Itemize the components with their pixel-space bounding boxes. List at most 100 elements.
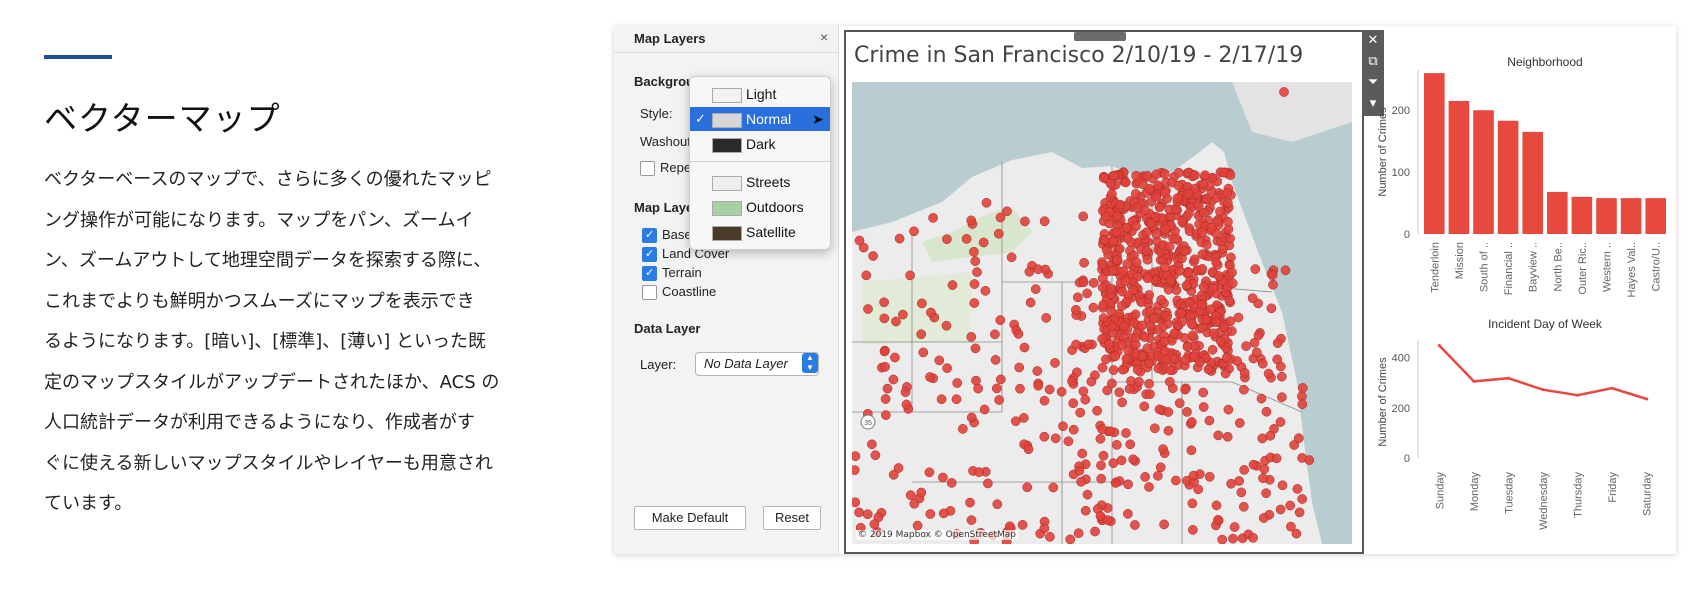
bar[interactable] — [1571, 196, 1593, 234]
crime-point[interactable] — [901, 399, 912, 410]
crime-point[interactable] — [1097, 424, 1107, 435]
crime-point[interactable] — [1180, 354, 1191, 365]
crime-point[interactable] — [1013, 329, 1024, 339]
crime-point[interactable] — [868, 251, 878, 261]
crime-point[interactable] — [1201, 193, 1212, 204]
crime-point[interactable] — [917, 298, 927, 309]
crime-point[interactable] — [1172, 193, 1183, 204]
crime-point[interactable] — [924, 467, 935, 478]
crime-point[interactable] — [972, 267, 982, 277]
crime-point[interactable] — [1141, 227, 1152, 238]
crime-point[interactable] — [979, 404, 990, 415]
crime-point[interactable] — [1063, 436, 1074, 447]
crime-point[interactable] — [1098, 299, 1109, 310]
crime-point[interactable] — [1248, 532, 1258, 543]
crime-point[interactable] — [1118, 364, 1128, 375]
crime-point[interactable] — [1137, 320, 1147, 331]
crime-point[interactable] — [1114, 387, 1125, 398]
crime-point[interactable] — [1180, 384, 1190, 395]
crime-point[interactable] — [1174, 398, 1185, 408]
crime-point[interactable] — [1223, 404, 1234, 415]
crime-point[interactable] — [1131, 221, 1141, 232]
style-option-satellite[interactable]: Satellite — [690, 220, 830, 244]
crime-point[interactable] — [1058, 421, 1068, 432]
crime-point[interactable] — [1112, 255, 1122, 265]
crime-point[interactable] — [995, 315, 1006, 325]
crime-point[interactable] — [1239, 465, 1250, 475]
crime-point[interactable] — [905, 490, 916, 501]
crime-point[interactable] — [1196, 299, 1207, 310]
crime-point[interactable] — [1297, 383, 1308, 393]
crime-point[interactable] — [969, 298, 980, 308]
crime-point[interactable] — [1010, 416, 1021, 427]
crime-point[interactable] — [1090, 526, 1100, 537]
crime-point[interactable] — [992, 499, 1003, 510]
crime-point[interactable] — [1088, 278, 1099, 288]
crime-point[interactable] — [1101, 354, 1111, 365]
crime-point[interactable] — [879, 346, 890, 357]
crime-point[interactable] — [888, 374, 899, 385]
crime-point[interactable] — [1227, 267, 1237, 278]
crime-point[interactable] — [1188, 470, 1199, 481]
crime-point[interactable] — [1128, 284, 1138, 295]
crime-point[interactable] — [1217, 243, 1228, 254]
crime-point[interactable] — [1164, 376, 1175, 387]
crime-point[interactable] — [1190, 170, 1200, 181]
crime-point[interactable] — [1079, 257, 1089, 268]
close-icon[interactable]: × — [820, 29, 828, 45]
crime-point[interactable] — [1111, 227, 1122, 237]
crime-point[interactable] — [1160, 187, 1170, 198]
crime-point[interactable] — [1257, 433, 1268, 444]
crime-point[interactable] — [1068, 398, 1079, 409]
crime-point[interactable] — [1050, 358, 1060, 368]
bar[interactable] — [1448, 100, 1470, 235]
crime-point[interactable] — [1208, 283, 1218, 294]
crime-point[interactable] — [1182, 407, 1192, 417]
crime-point[interactable] — [1169, 328, 1180, 339]
crime-point[interactable] — [1014, 362, 1025, 373]
crime-point[interactable] — [1248, 459, 1259, 470]
crime-point[interactable] — [1159, 519, 1169, 530]
crime-point[interactable] — [1276, 371, 1287, 382]
crime-point[interactable] — [995, 374, 1006, 385]
bar[interactable] — [1596, 198, 1617, 234]
crime-point[interactable] — [894, 233, 905, 244]
crime-point[interactable] — [852, 465, 860, 475]
crime-point[interactable] — [1239, 384, 1249, 395]
make-default-button[interactable]: Make Default — [634, 506, 746, 530]
crime-point[interactable] — [890, 352, 900, 363]
crime-point[interactable] — [1124, 384, 1135, 394]
layer-checkbox-coastline[interactable] — [642, 285, 657, 300]
crime-point[interactable] — [1163, 407, 1174, 417]
crime-point[interactable] — [1214, 271, 1224, 281]
crime-point[interactable] — [1130, 189, 1141, 199]
crime-point[interactable] — [1267, 270, 1278, 280]
crime-point[interactable] — [1125, 439, 1136, 450]
crime-point[interactable] — [970, 343, 981, 354]
bar[interactable] — [1473, 110, 1494, 234]
crime-point[interactable] — [1099, 235, 1110, 245]
crime-point[interactable] — [1211, 500, 1222, 511]
crime-point[interactable] — [1208, 328, 1219, 339]
crime-point[interactable] — [938, 508, 949, 519]
crime-point[interactable] — [1200, 314, 1211, 324]
crime-point[interactable] — [1211, 192, 1222, 203]
crime-point[interactable] — [1186, 445, 1197, 456]
crime-point[interactable] — [1234, 418, 1245, 428]
bar[interactable] — [1497, 120, 1519, 234]
crime-point[interactable] — [1165, 365, 1176, 376]
crime-point[interactable] — [1173, 167, 1184, 178]
crime-point[interactable] — [891, 316, 901, 327]
crime-point[interactable] — [880, 394, 891, 404]
crime-point[interactable] — [1106, 283, 1116, 294]
crime-point[interactable] — [1025, 297, 1036, 308]
crime-point[interactable] — [1071, 339, 1081, 350]
crime-point[interactable] — [1002, 206, 1012, 217]
crime-point[interactable] — [1142, 254, 1153, 265]
crime-point[interactable] — [969, 279, 980, 289]
crime-point[interactable] — [942, 363, 952, 373]
crime-point[interactable] — [1108, 365, 1119, 375]
crime-point[interactable] — [882, 383, 893, 394]
crime-point[interactable] — [1088, 302, 1099, 313]
crime-point[interactable] — [1223, 198, 1233, 209]
